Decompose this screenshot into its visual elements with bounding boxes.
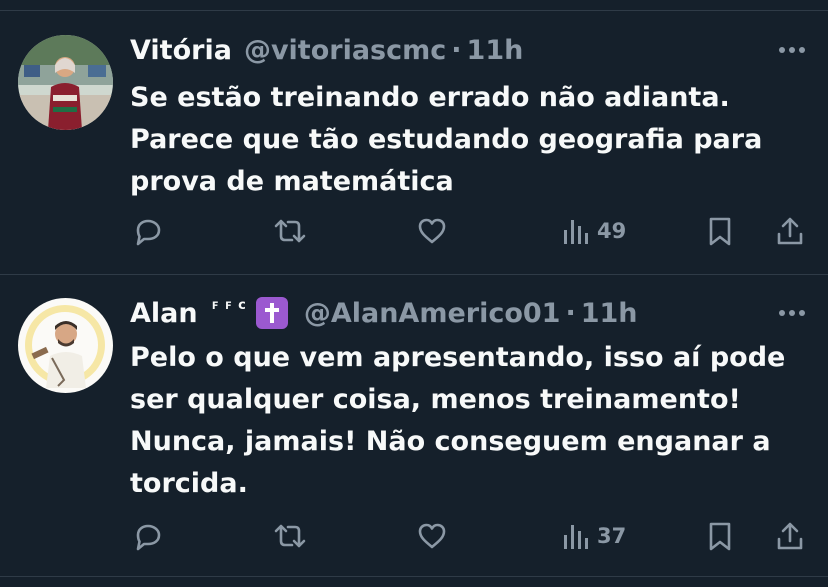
retweet-button[interactable] [272,214,308,248]
bookmark-button[interactable] [706,519,734,553]
views-icon [564,220,588,244]
tweet-divider [0,274,828,275]
name-decoration: ꜰꜰᴄ [211,297,252,313]
timestamp[interactable]: 11h [467,35,524,66]
retweet-button[interactable] [272,519,308,553]
user-handle[interactable]: @AlanAmerico01 [304,298,561,329]
views-button[interactable]: 49 [563,214,626,248]
retweet-icon [274,524,306,548]
bottom-divider [0,576,828,577]
retweet-icon [274,219,306,243]
views-count: 37 [597,524,627,548]
display-name[interactable]: Alan [130,298,198,329]
latin-cross-icon [255,297,288,329]
action-bar: 49 [0,214,828,248]
reply-icon [136,524,161,551]
display-name[interactable]: Vitória [130,35,232,66]
separator-dot: · [451,34,462,66]
like-button[interactable] [416,214,448,248]
share-icon [777,217,803,245]
separator-dot: · [565,297,576,329]
tweet-header: Vitória @vitoriascmc · 11h [130,32,523,68]
reply-button[interactable] [132,214,164,248]
views-icon [564,525,588,549]
avatar[interactable] [18,35,113,130]
tweet-text: Pelo o que vem apresentando, isso aí pod… [130,342,786,499]
like-button[interactable] [416,519,448,553]
top-divider [0,10,828,11]
tweet-header: Alan ꜰꜰᴄ @AlanAmerico01 · 11h [130,295,638,331]
avatar-photo [18,298,113,393]
bookmark-button[interactable] [706,214,734,248]
share-button[interactable] [775,519,805,553]
views-count: 49 [597,219,627,243]
like-icon [418,523,446,549]
tweet-text: Se estão treinando errado não adianta. P… [130,82,763,197]
views-button[interactable]: 37 [563,519,626,553]
timestamp[interactable]: 11h [581,298,638,329]
avatar[interactable] [18,298,113,393]
more-icon[interactable] [778,308,806,318]
action-bar: 37 [0,519,828,553]
reply-button[interactable] [132,519,164,553]
bookmark-icon [709,217,731,246]
more-icon[interactable] [778,45,806,55]
reply-icon [136,219,161,246]
user-handle[interactable]: @vitoriascmc [244,35,446,66]
share-icon [777,522,803,550]
share-button[interactable] [775,214,805,248]
avatar-photo [18,35,113,130]
bookmark-icon [709,522,731,551]
like-icon [418,218,446,244]
